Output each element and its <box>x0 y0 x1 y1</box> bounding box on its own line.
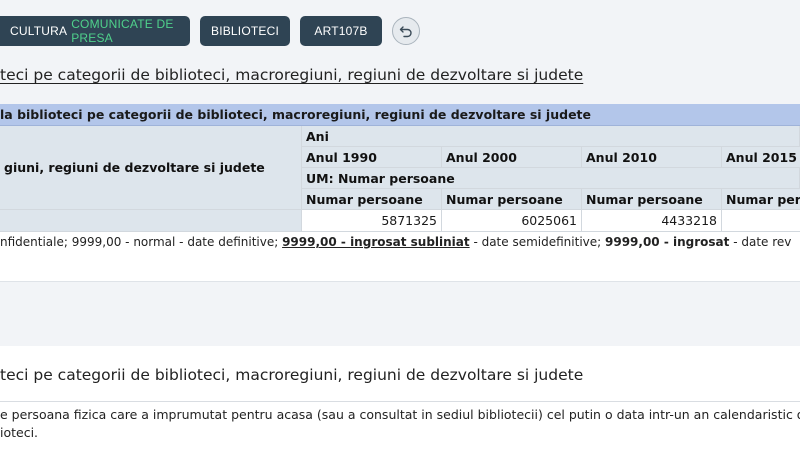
definition-section: teci pe categorii de biblioteci, macrore… <box>0 346 800 450</box>
legend-text: - date semidefinitive; <box>469 235 605 249</box>
definition-text: e persoana fizica care a imprumutat pent… <box>0 406 800 442</box>
breadcrumb-cultura-label: CULTURA <box>10 24 68 38</box>
definition-line: ioteci. <box>0 425 39 440</box>
breadcrumb-art107b-label: ART107B <box>314 24 368 38</box>
undo-arrow-icon <box>399 26 412 38</box>
legend-text: - date rev <box>729 235 792 249</box>
breadcrumb-cultura-comunicate[interactable]: CULTURA COMUNICATE DE PRESA <box>0 16 190 46</box>
value-cell-2000: 6025061 <box>442 210 582 232</box>
table-caption: la biblioteci pe categorii de biblioteci… <box>0 104 800 126</box>
year-label: Anul 2010 <box>586 149 657 165</box>
unit-header: Numar persoane <box>722 189 800 210</box>
breadcrumb-biblioteci[interactable]: BIBLIOTECI <box>200 16 290 46</box>
value-cell-1990: 5871325 <box>302 210 442 232</box>
row-dimension-label: giuni, regiuni de dezvoltare si judete <box>4 160 265 175</box>
breadcrumb-comunicate-label: COMUNICATE DE PRESA <box>71 17 174 45</box>
unit-header: Numar persoane <box>582 189 722 210</box>
legend-text: nfidentiale; 9999,00 - normal - date def… <box>0 235 283 249</box>
year-label: Anul 1990 <box>306 149 377 165</box>
breadcrumb-biblioteci-label: BIBLIOTECI <box>210 24 280 38</box>
unit-label: Numar persoane <box>726 191 800 207</box>
um-label: UM: Numar persoane <box>306 170 455 186</box>
unit-label: Numar persoane <box>306 191 423 207</box>
legend-revised-sample: 9999,00 - ingrosat <box>605 235 730 249</box>
page-title[interactable]: teci pe categorii de biblioteci, macrore… <box>0 66 583 84</box>
row-label-cell <box>0 210 302 232</box>
year-label: Anul 2000 <box>446 149 517 165</box>
um-header: UM: Numar persoane <box>302 168 800 189</box>
legend-spacer <box>0 252 800 282</box>
unit-header: Numar persoane <box>442 189 582 210</box>
year-header-1990: Anul 1990 <box>302 147 442 168</box>
definition-line: e persoana fizica care a imprumutat pent… <box>0 407 800 422</box>
year-header-2010: Anul 2010 <box>582 147 722 168</box>
breadcrumb-bar: CULTURA COMUNICATE DE PRESA BIBLIOTECI A… <box>0 16 420 46</box>
unit-header: Numar persoane <box>302 189 442 210</box>
data-status-legend: nfidentiale; 9999,00 - normal - date def… <box>0 232 800 252</box>
divider <box>0 401 800 402</box>
value-cell-2015 <box>722 210 800 232</box>
definition-title: teci pe categorii de biblioteci, macrore… <box>0 366 584 384</box>
year-header-2000: Anul 2000 <box>442 147 582 168</box>
ani-label: Ani <box>306 128 329 144</box>
ani-header: Ani <box>302 126 800 147</box>
legend-semidefinitive-sample: 9999,00 - ingrosat subliniat <box>282 235 470 249</box>
year-label: Anul 2015 <box>726 149 797 165</box>
row-dimension-header: giuni, regiuni de dezvoltare si judete <box>0 126 302 210</box>
back-button[interactable] <box>392 17 420 45</box>
unit-label: Numar persoane <box>446 191 563 207</box>
data-table: la biblioteci pe categorii de biblioteci… <box>0 104 800 232</box>
value-cell-2010: 4433218 <box>582 210 722 232</box>
year-header-2015: Anul 2015 <box>722 147 800 168</box>
unit-label: Numar persoane <box>586 191 703 207</box>
breadcrumb-art107b[interactable]: ART107B <box>300 16 382 46</box>
